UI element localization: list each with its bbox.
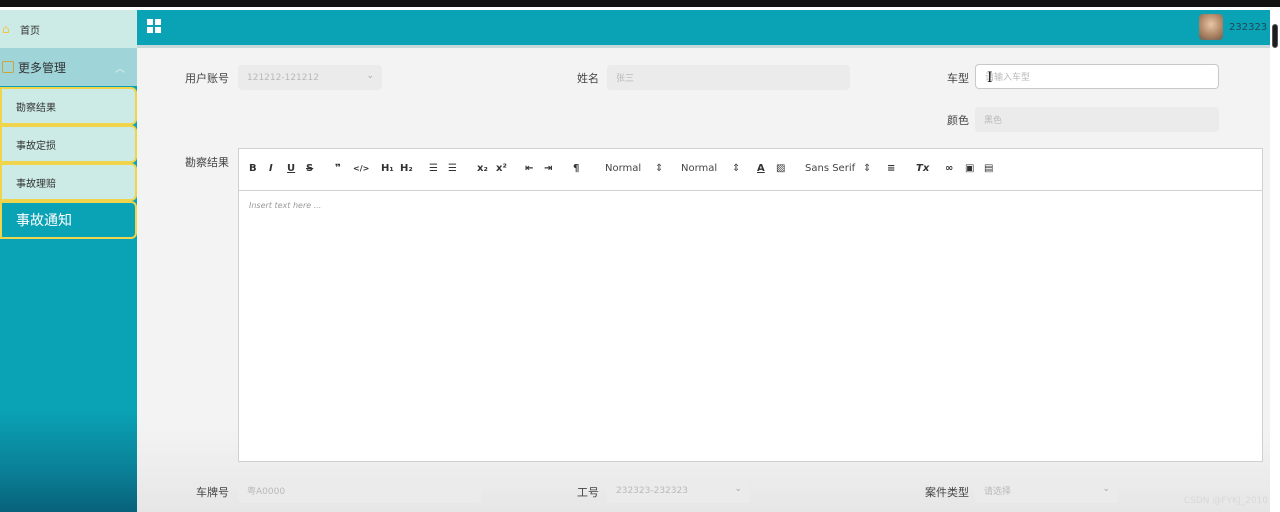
watermark: CSDN @FYKJ_2010 [1183, 496, 1268, 506]
username[interactable]: 232323 [1229, 22, 1267, 33]
underline-button[interactable]: U [287, 163, 295, 174]
home-icon: ⌂ [2, 22, 10, 36]
top-header: 232323 [137, 10, 1270, 45]
link-button[interactable]: ∞ [945, 163, 953, 174]
header2-button[interactable]: H₂ [400, 163, 413, 174]
chevron-down-icon: ⌄ [1102, 484, 1110, 494]
strike-button[interactable]: S [306, 163, 313, 174]
case-type-select[interactable]: 请选择 ⌄ [975, 478, 1118, 503]
chevron-updown-icon: ⇕ [863, 163, 872, 174]
indent-button[interactable]: ⇥ [544, 163, 552, 174]
car-type-input[interactable]: 请输入车型 [975, 64, 1219, 89]
sidebar-item-accident-notice[interactable]: 事故通知 [0, 201, 137, 239]
font-select[interactable]: Sans Serif [805, 163, 855, 174]
sidebar-item-label: 勘察结果 [16, 102, 56, 114]
editor-toolbar: B I U S ❞ </> H₁ H₂ ☰ ☰ x₂ x² ⇤ ⇥ ¶ Norm… [239, 149, 1262, 191]
bullet-list-button[interactable]: ☰ [448, 163, 457, 174]
menu-grid-icon[interactable] [147, 19, 161, 33]
job-no-label: 工号 [577, 486, 599, 499]
name-label: 姓名 [577, 72, 599, 85]
main-content: 用户账号 121212-121212 ⌄ 姓名 张三 车型 请输入车型 I 颜色… [137, 48, 1270, 512]
clean-format-button[interactable]: Tx [916, 163, 929, 174]
color-placeholder: 黑色 [984, 116, 1003, 126]
text-direction-button[interactable]: ¶ [573, 163, 579, 174]
copy-icon [2, 61, 14, 73]
account-select[interactable]: 121212-121212 ⌄ [238, 65, 382, 90]
superscript-button[interactable]: x² [496, 163, 507, 174]
color-label: 颜色 [947, 114, 969, 127]
align-button[interactable]: ≡ [887, 163, 895, 174]
text-cursor-icon: I [987, 70, 993, 86]
name-placeholder: 张三 [616, 74, 635, 84]
sidebar-item-home[interactable]: ⌂ 首页 [0, 10, 137, 48]
ordered-list-button[interactable]: ☰ [429, 163, 438, 174]
plate-label: 车牌号 [196, 486, 229, 499]
survey-result-label: 勘察结果 [185, 156, 229, 169]
plate-field[interactable]: 粤A0000 [238, 478, 481, 503]
name-field[interactable]: 张三 [607, 65, 850, 90]
plate-placeholder: 粤A0000 [247, 487, 286, 497]
chevron-up-icon: ︿ [115, 64, 125, 75]
account-label: 用户账号 [185, 72, 229, 85]
header1-button[interactable]: H₁ [381, 163, 394, 174]
chevron-updown-icon: ⇕ [732, 163, 741, 174]
sidebar-group-more-management[interactable]: 更多管理 ︿ [0, 48, 137, 86]
chevron-down-icon: ⌄ [366, 71, 374, 81]
size-select[interactable]: Normal [681, 163, 717, 174]
job-no-select[interactable]: 232323-232323 ⌄ [607, 478, 750, 503]
code-block-button[interactable]: </> [353, 164, 369, 173]
chevron-down-icon: ⌄ [734, 484, 742, 494]
sidebar-item-label: 事故通知 [16, 213, 72, 229]
avatar[interactable] [1199, 14, 1223, 40]
sidebar-item-accident-claim[interactable]: 事故理赔 [0, 163, 137, 201]
sidebar-item-label: 事故定损 [16, 140, 56, 152]
color-field[interactable]: 黑色 [975, 107, 1219, 132]
job-no-value: 232323-232323 [616, 485, 688, 496]
account-value: 121212-121212 [247, 72, 319, 83]
sidebar-group-label: 更多管理 [18, 60, 67, 75]
sidebar-item-survey-result[interactable]: 勘察结果 [0, 87, 137, 125]
header-select[interactable]: Normal [605, 163, 641, 174]
editor-placeholder: Insert text here ... [249, 201, 322, 210]
rich-text-editor[interactable]: B I U S ❞ </> H₁ H₂ ☰ ☰ x₂ x² ⇤ ⇥ ¶ Norm… [238, 148, 1263, 462]
case-type-label: 案件类型 [925, 486, 969, 499]
subscript-button[interactable]: x₂ [477, 163, 488, 174]
sidebar: ⌂ 首页 更多管理 ︿ 勘察结果 事故定损 事故理赔 事故通知 [0, 10, 137, 512]
text-color-button[interactable]: A [757, 163, 765, 174]
sidebar-item-label: 首页 [20, 25, 40, 37]
chevron-updown-icon: ⇕ [655, 163, 664, 174]
bold-button[interactable]: B [249, 163, 257, 174]
italic-button[interactable]: I [269, 163, 273, 174]
sidebar-item-label: 事故理赔 [16, 178, 56, 190]
background-color-button[interactable]: ▨ [776, 163, 785, 174]
scrollbar[interactable] [1270, 10, 1280, 50]
scrollbar-thumb[interactable] [1272, 24, 1278, 48]
image-button[interactable]: ▣ [965, 163, 974, 174]
car-type-label: 车型 [947, 72, 969, 85]
case-type-placeholder: 请选择 [984, 487, 1012, 497]
window-top-bar [0, 0, 1280, 7]
video-button[interactable]: ▤ [984, 163, 993, 174]
blockquote-button[interactable]: ❞ [335, 163, 341, 174]
sidebar-item-accident-assessment[interactable]: 事故定损 [0, 125, 137, 163]
outdent-button[interactable]: ⇤ [525, 163, 533, 174]
